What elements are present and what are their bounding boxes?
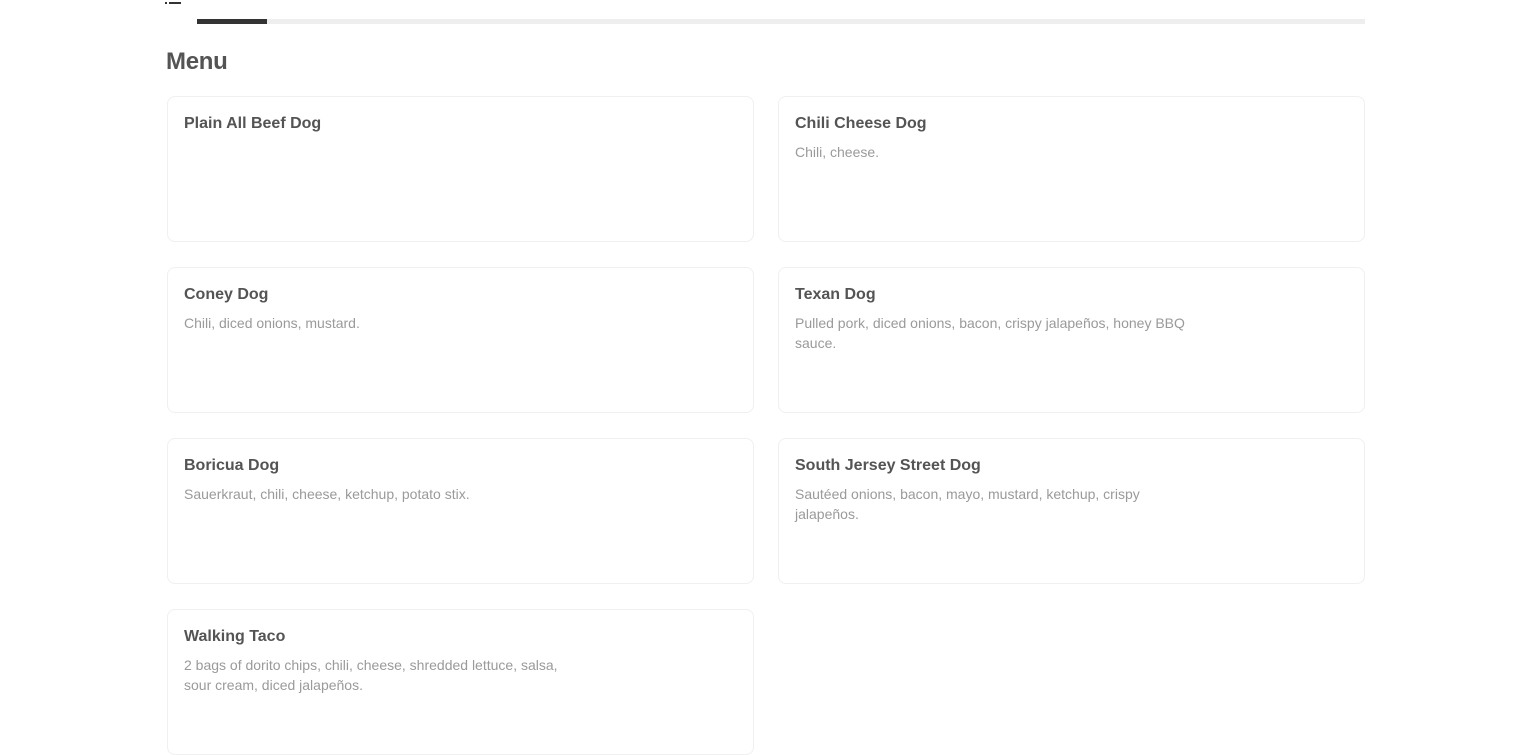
menu-item-card[interactable]: Coney Dog Chili, diced onions, mustard. [167,267,754,413]
menu-grid: Plain All Beef Dog Chili Cheese Dog Chil… [167,96,1365,755]
menu-item-name: South Jersey Street Dog [795,457,981,474]
category-scroll-track [197,19,1365,24]
menu-item-name: Chili Cheese Dog [795,115,927,132]
menu-item-name: Texan Dog [795,286,876,303]
category-scroll-indicator [197,19,268,24]
menu-item-name: Coney Dog [184,286,269,303]
menu-item-card[interactable]: Chili Cheese Dog Chili, cheese. [778,96,1365,242]
menu-item-card[interactable]: South Jersey Street Dog Sautéed onions, … [778,438,1365,584]
menu-item-description: Chili, cheese. [795,144,880,160]
menu-item-name: Plain All Beef Dog [184,115,322,132]
page: Menu Plain All Beef Dog Chili Cheese Dog… [0,0,1530,755]
list-icon[interactable] [165,0,181,4]
menu-item-description: 2 bags of dorito chips, chili, cheese, s… [184,657,558,693]
menu-item-card[interactable]: Boricua Dog Sauerkraut, chili, cheese, k… [167,438,754,584]
menu-item-description: Sauerkraut, chili, cheese, ketchup, pota… [184,486,470,502]
menu-item-card[interactable]: Plain All Beef Dog [167,96,754,242]
menu-item-card[interactable]: Texan Dog Pulled pork, diced onions, bac… [778,267,1365,413]
menu-item-card[interactable]: Walking Taco 2 bags of dorito chips, chi… [167,609,754,755]
menu-item-description: Chili, diced onions, mustard. [184,315,360,331]
menu-item-description: Sautéed onions, bacon, mayo, mustard, ke… [795,486,1140,522]
menu-item-name: Walking Taco [184,628,286,645]
category-nav [165,0,1365,26]
section-title: Menu [166,48,228,75]
menu-item-description: Pulled pork, diced onions, bacon, crispy… [795,315,1185,351]
menu-item-name: Boricua Dog [184,457,280,474]
